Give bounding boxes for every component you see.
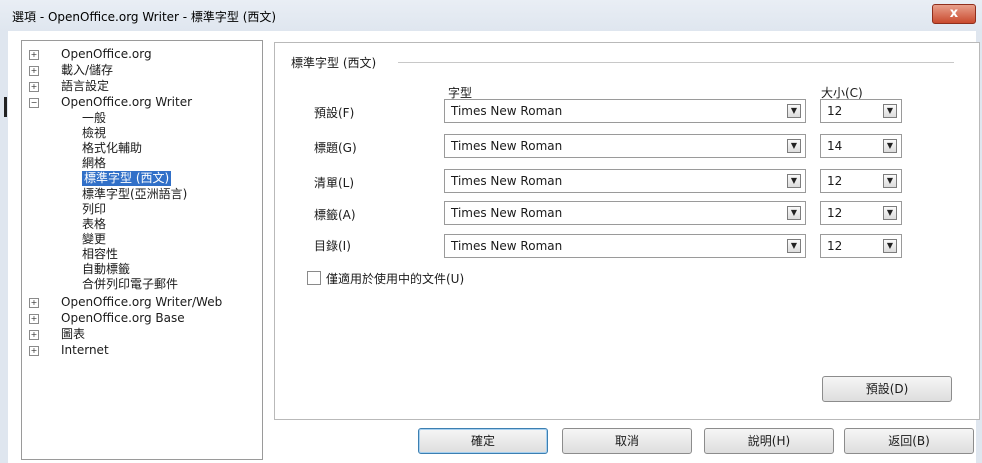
caption-font-value: Times New Roman (451, 206, 563, 220)
tree-item-label: 相容性 (82, 247, 119, 261)
dropdown-arrow-icon[interactable]: ▼ (883, 139, 897, 153)
index-size-value: 12 (827, 239, 843, 253)
tree-item-label: OpenOffice.org Writer/Web (61, 295, 223, 309)
tree-item-label: 標準字型(亞洲語言) (82, 187, 188, 201)
expander-icon[interactable]: + (29, 314, 39, 324)
dropdown-arrow-icon[interactable]: ▼ (883, 174, 897, 188)
window-border-left (0, 31, 8, 463)
window-title: 選項 - OpenOffice.org Writer - 標準字型 (西文) (12, 10, 277, 24)
tree-item-label: 表格 (82, 217, 107, 231)
window-edge-mark (4, 97, 7, 117)
dropdown-arrow-icon[interactable]: ▼ (787, 239, 801, 253)
tree-item-label: OpenOffice.org Base (61, 311, 185, 325)
caption-font-label: 標籤(A) (314, 208, 356, 222)
tree-item-label: 格式化輔助 (82, 141, 143, 155)
tree-item-label: 自動標籤 (82, 262, 131, 276)
tree-item-label: Internet (61, 343, 109, 357)
dropdown-arrow-icon[interactable]: ▼ (787, 139, 801, 153)
list-size-value: 12 (827, 174, 843, 188)
close-button[interactable]: x (932, 4, 976, 24)
index-size-select[interactable]: 12 ▼ (820, 234, 902, 258)
help-button[interactable]: 說明(H) (704, 428, 834, 454)
tree-item-label: 檢視 (82, 126, 107, 140)
dropdown-arrow-icon[interactable]: ▼ (883, 239, 897, 253)
expander-icon[interactable]: − (29, 98, 39, 108)
expander-icon[interactable]: + (29, 298, 39, 308)
tree-item-label: 列印 (82, 202, 107, 216)
index-font-select[interactable]: Times New Roman ▼ (444, 234, 806, 258)
options-tree[interactable]: + OpenOffice.org + 載入/儲存 + 語言設定 − OpenOffice.or… (21, 40, 263, 460)
tree-item-label: 一般 (82, 111, 107, 125)
list-size-select[interactable]: 12 ▼ (820, 169, 902, 193)
dropdown-arrow-icon[interactable]: ▼ (787, 174, 801, 188)
default-size-select[interactable]: 12 ▼ (820, 99, 902, 123)
ok-button[interactable]: 確定 (418, 428, 548, 454)
dropdown-arrow-icon[interactable]: ▼ (883, 206, 897, 220)
current-document-only-checkbox[interactable] (307, 271, 321, 285)
expander-icon[interactable]: + (29, 330, 39, 340)
tree-item-label: 圖表 (61, 327, 86, 341)
tree-item-label: 標準字型 (西文) (82, 171, 172, 186)
heading-font-select[interactable]: Times New Roman ▼ (444, 134, 806, 158)
caption-size-select[interactable]: 12 ▼ (820, 201, 902, 225)
tree-item-label: 合併列印電子郵件 (82, 277, 179, 291)
dropdown-arrow-icon[interactable]: ▼ (787, 104, 801, 118)
expander-icon[interactable]: + (29, 50, 39, 60)
tree-item-label: 網格 (82, 156, 107, 170)
default-font-label: 預設(F) (314, 106, 355, 120)
list-font-select[interactable]: Times New Roman ▼ (444, 169, 806, 193)
default-font-select[interactable]: Times New Roman ▼ (444, 99, 806, 123)
dropdown-arrow-icon[interactable]: ▼ (883, 104, 897, 118)
group-separator (398, 62, 954, 63)
titlebar: 選項 - OpenOffice.org Writer - 標準字型 (西文) x (0, 0, 982, 32)
heading-size-value: 14 (827, 139, 843, 153)
list-font-value: Times New Roman (451, 174, 563, 188)
tree-item-label: OpenOffice.org Writer (61, 95, 193, 109)
expander-icon[interactable]: + (29, 82, 39, 92)
default-button[interactable]: 預設(D) (822, 376, 952, 402)
current-document-only-label[interactable]: 僅適用於使用中的文件(U) (326, 270, 464, 287)
back-button[interactable]: 返回(B) (844, 428, 974, 454)
list-font-label: 清單(L) (314, 176, 355, 190)
expander-icon[interactable]: + (29, 66, 39, 76)
heading-size-select[interactable]: 14 ▼ (820, 134, 902, 158)
heading-font-value: Times New Roman (451, 139, 563, 153)
index-font-label: 目錄(I) (314, 239, 351, 253)
tree-item-label: 載入/儲存 (61, 63, 114, 77)
tree-item-label: 變更 (82, 232, 107, 246)
tree-item-label: OpenOffice.org (61, 47, 152, 61)
dropdown-arrow-icon[interactable]: ▼ (787, 206, 801, 220)
heading-font-label: 標題(G) (314, 141, 357, 155)
caption-font-select[interactable]: Times New Roman ▼ (444, 201, 806, 225)
tree-item-label: 語言設定 (61, 79, 110, 93)
group-title: 標準字型 (西文) (291, 56, 377, 70)
default-font-value: Times New Roman (451, 104, 563, 118)
caption-size-value: 12 (827, 206, 843, 220)
cancel-button[interactable]: 取消 (562, 428, 692, 454)
default-size-value: 12 (827, 104, 843, 118)
expander-icon[interactable]: + (29, 346, 39, 356)
index-font-value: Times New Roman (451, 239, 563, 253)
